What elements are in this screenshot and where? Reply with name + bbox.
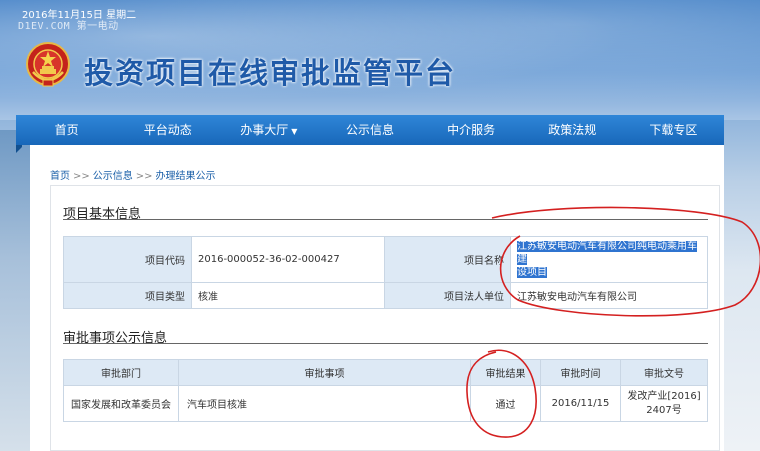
- nav-policy[interactable]: 政策法规: [522, 115, 623, 145]
- nav-agency-service[interactable]: 中介服务: [421, 115, 522, 145]
- nav-agency-service-label: 中介服务: [447, 123, 496, 137]
- col-result: 审批结果: [470, 359, 541, 386]
- watermark: D1EV.COM 第一电动: [18, 21, 119, 32]
- breadcrumb-home[interactable]: 首页: [50, 171, 70, 182]
- table-row: 项目代码 2016-000052-36-02-000427 项目名称 江苏敏安电…: [63, 236, 708, 283]
- nav-service-hall[interactable]: 办事大厅 ▼: [218, 115, 319, 145]
- breadcrumb-separator: >>: [135, 171, 153, 182]
- name-value-line1: 江苏敏安电动汽车有限公司纯电动乘用车建: [517, 241, 697, 265]
- nav-downloads[interactable]: 下载专区: [623, 115, 724, 145]
- col-time: 审批时间: [540, 359, 621, 386]
- table-header-row: 审批部门 审批事项 审批结果 审批时间 审批文号: [63, 359, 708, 386]
- result-cell: 通过: [470, 385, 541, 422]
- nav-public-info[interactable]: 公示信息: [319, 115, 420, 145]
- breadcrumb-result[interactable]: 办理结果公示: [156, 171, 216, 182]
- breadcrumb-separator: >>: [73, 171, 90, 182]
- doc-number-line2: 2407号: [646, 404, 682, 416]
- name-value-line2: 设项目: [517, 267, 547, 278]
- site-title: 投资项目在线审批监管平台: [84, 56, 457, 90]
- national-emblem-icon: [26, 42, 70, 87]
- section-divider: [63, 219, 708, 220]
- nav-public-info-label: 公示信息: [345, 123, 394, 137]
- nav-corner-decoration: [16, 145, 24, 153]
- type-label: 项目类型: [63, 282, 192, 309]
- type-value: 核准: [191, 282, 385, 309]
- breadcrumb-public-info[interactable]: 公示信息: [93, 171, 133, 182]
- nav-home[interactable]: 首页: [16, 115, 117, 145]
- nav-platform-news-label: 平台动态: [143, 123, 192, 137]
- table-row: 国家发展和改革委员会 汽车项目核准 通过 2016/11/15 发改产业[201…: [63, 385, 708, 422]
- detail-panel: 项目基本信息 项目代码 2016-000052-36-02-000427 项目名…: [50, 185, 720, 451]
- name-label: 项目名称: [384, 236, 511, 283]
- main-content: 首页 >> 公示信息 >> 办理结果公示 项目基本信息 项目代码 2016-000052…: [30, 145, 724, 451]
- sea-background: [0, 130, 30, 451]
- name-value: 江苏敏安电动汽车有限公司纯电动乘用车建设项目: [510, 236, 708, 283]
- project-info-table: 项目代码 2016-000052-36-02-000427 项目名称 江苏敏安电…: [63, 236, 708, 309]
- dept-cell: 国家发展和改革委员会: [63, 385, 179, 422]
- nav-platform-news[interactable]: 平台动态: [117, 115, 218, 145]
- col-dept: 审批部门: [63, 359, 179, 386]
- nav-downloads-label: 下载专区: [649, 123, 698, 137]
- item-cell: 汽车项目核准: [178, 385, 471, 422]
- legal-entity-value: 江苏敏安电动汽车有限公司: [510, 282, 708, 309]
- col-doc-number: 审批文号: [620, 359, 708, 386]
- table-row: 项目类型 核准 项目法人单位 江苏敏安电动汽车有限公司: [63, 282, 708, 309]
- code-value: 2016-000052-36-02-000427: [191, 236, 385, 283]
- time-cell: 2016/11/15: [540, 385, 621, 422]
- nav-policy-label: 政策法规: [548, 123, 597, 137]
- code-label: 项目代码: [63, 236, 192, 283]
- col-item: 审批事项: [178, 359, 471, 386]
- nav-service-hall-label: 办事大厅: [240, 123, 289, 137]
- doc-number-cell: 发改产业[2016] 2407号: [620, 385, 708, 422]
- legal-entity-label: 项目法人单位: [384, 282, 511, 309]
- chevron-down-icon: ▼: [291, 127, 298, 136]
- approval-table: 审批部门 审批事项 审批结果 审批时间 审批文号 国家发展和改革委员会 汽车项目…: [63, 359, 708, 422]
- breadcrumb: 首页 >> 公示信息 >> 办理结果公示: [50, 167, 216, 182]
- section-divider: [63, 343, 708, 344]
- doc-number-line1: 发改产业[2016]: [627, 390, 701, 402]
- nav-home-label: 首页: [54, 123, 79, 137]
- main-nav: 首页 平台动态 办事大厅 ▼ 公示信息 中介服务 政策法规 下载专区: [16, 115, 724, 145]
